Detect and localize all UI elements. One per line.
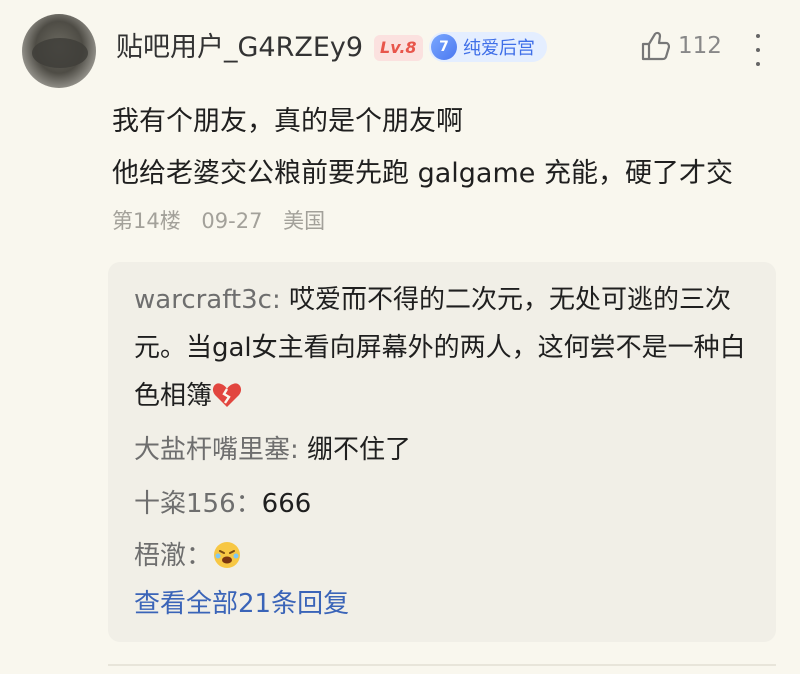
reply-text: 666 (261, 489, 312, 519)
divider (108, 664, 776, 666)
post-text-line-2: 他给老婆交公粮前要先跑 galgame 充能，硬了才交 (112, 158, 733, 189)
view-all-replies-link[interactable]: 查看全部21条回复 (134, 584, 349, 624)
post-text-line-1: 我有个朋友，真的是个朋友啊 (112, 106, 463, 137)
avatar-image (32, 38, 88, 68)
reply-item[interactable]: 梧澈： (134, 532, 242, 580)
tag-level-icon: 7 (431, 34, 457, 60)
username[interactable]: 贴吧用户_G4RZEy9 (116, 30, 363, 66)
reply-author[interactable]: 十粢156 (134, 489, 236, 519)
post-location: 美国 (283, 209, 326, 233)
thumbs-up-icon (641, 31, 670, 61)
post-meta: 第14楼 09-27 美国 (112, 206, 339, 236)
reply-separator: ： (235, 489, 262, 519)
post-date: 09-27 (201, 209, 263, 233)
like-button[interactable]: 112 (640, 30, 722, 62)
fan-tag-badge[interactable]: 7 纯爱后宫 (429, 32, 547, 62)
reply-item[interactable]: warcraft3c: 哎爱而不得的二次元，无处可逃的三次元。当gal女主看向屏… (134, 276, 754, 420)
avatar[interactable] (22, 14, 96, 88)
broken-heart-emoji (212, 383, 242, 407)
reply-separator: : (271, 285, 289, 315)
reply-author[interactable]: warcraft3c (134, 285, 272, 315)
reply-text: 绷不住了 (307, 435, 412, 465)
more-vertical-icon[interactable] (748, 30, 768, 70)
reply-box[interactable]: warcraft3c: 哎爱而不得的二次元，无处可逃的三次元。当gal女主看向屏… (108, 262, 776, 642)
reply-author[interactable]: 梧澈 (134, 541, 186, 571)
tag-text: 纯爱后宫 (463, 38, 535, 59)
reply-item[interactable]: 十粢156：666 (134, 480, 311, 528)
reply-separator: : (290, 435, 308, 465)
floor-number: 第14楼 (112, 209, 181, 233)
reply-author[interactable]: 大盐杆嘴里塞 (134, 435, 290, 465)
reply-separator: ： (186, 541, 213, 571)
like-count: 112 (678, 33, 722, 59)
tearful-laugh-emoji (214, 542, 241, 568)
level-badge: Lv.8 (374, 35, 423, 61)
reply-item[interactable]: 大盐杆嘴里塞: 绷不住了 (134, 426, 411, 474)
